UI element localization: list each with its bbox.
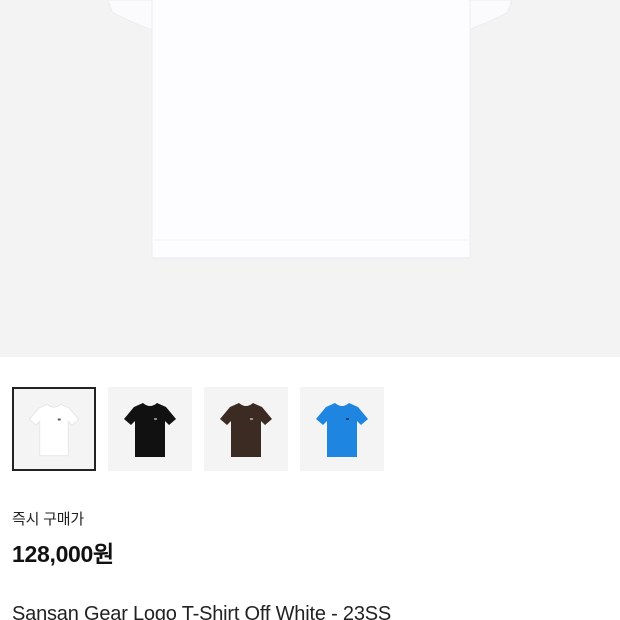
thumbnail-brown[interactable] <box>204 387 288 471</box>
product-main-image[interactable] <box>0 0 620 357</box>
thumbnail-off-white[interactable] <box>12 387 96 471</box>
thumbnail-blue[interactable] <box>300 387 384 471</box>
thumbnail-list <box>12 387 612 473</box>
tshirt-icon <box>316 403 368 457</box>
tshirt-icon <box>28 403 80 457</box>
instant-buy-price-value: 128,000원 <box>12 541 114 567</box>
product-title: Sansan Gear Logo T-Shirt Off White - 23S… <box>12 603 392 620</box>
thumbnail-black[interactable] <box>108 387 192 471</box>
tshirt-icon <box>220 403 272 457</box>
tshirt-icon <box>124 403 176 457</box>
instant-buy-price-label: 즉시 구매가 <box>12 511 84 528</box>
product-page: 즉시 구매가 128,000원 Sansan Gear Logo T-Shirt… <box>0 0 620 620</box>
tshirt-main-illustration <box>107 0 513 259</box>
